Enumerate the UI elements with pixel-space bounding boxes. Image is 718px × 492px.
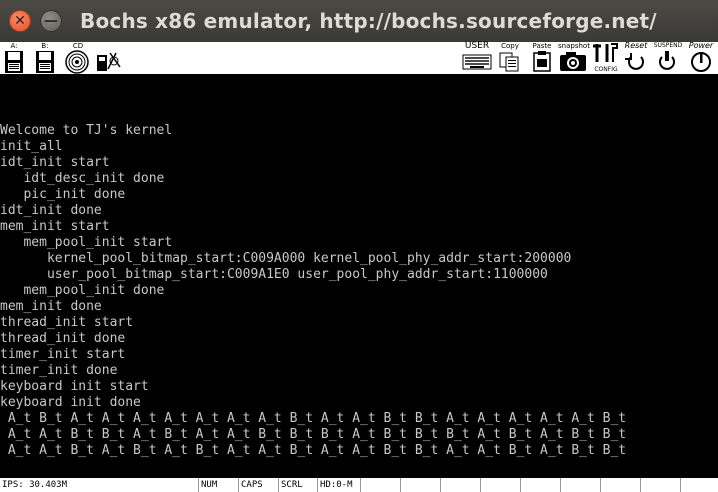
cdrom-disc-icon	[65, 50, 89, 74]
console-output: Welcome to TJ's kernel init_all idt_init s…	[0, 123, 626, 459]
console-line: pic_init done	[0, 187, 126, 202]
usb-device-button[interactable]	[94, 42, 124, 75]
power-button[interactable]: Power	[685, 42, 717, 75]
keyboard-icon	[462, 54, 492, 70]
caps-lock-indicator: CAPS	[238, 478, 263, 492]
console-line: init_all	[0, 139, 63, 154]
window-title: Bochs x86 emulator, http://bochs.sourcef…	[80, 9, 657, 33]
console-line: mem_init done	[0, 299, 102, 314]
close-window-button[interactable]: ✕	[9, 10, 31, 32]
emulator-screen[interactable]: Welcome to TJ's kernel init_all idt_init s…	[0, 75, 718, 478]
floppy-a-button[interactable]: A:	[2, 42, 26, 75]
console-line: Welcome to TJ's kernel	[0, 123, 173, 138]
console-line: A_t A_t B_t A_t B_t A_t B_t A_t A_t B_t …	[0, 443, 627, 458]
user-button[interactable]: USER	[462, 42, 492, 75]
status-slot	[640, 478, 643, 492]
console-line: A_t B_t A_t A_t A_t A_t A_t A_t A_t B_t …	[0, 411, 627, 426]
suspend-icon	[659, 51, 675, 70]
copy-icon	[499, 52, 519, 72]
floppy-disk-icon	[36, 51, 54, 73]
cdrom-button[interactable]: CD	[64, 42, 92, 75]
window-titlebar[interactable]: ✕ — Bochs x86 emulator, http://bochs.sou…	[0, 0, 718, 42]
hard-disk-indicator: HD:0-M	[317, 478, 353, 492]
num-lock-indicator: NUM	[198, 478, 217, 492]
config-tools-icon	[593, 43, 618, 62]
status-slot	[680, 478, 683, 492]
console-line: user_pool_bitmap_start:C009A1E0 user_poo…	[0, 267, 548, 282]
status-slot	[400, 478, 403, 492]
console-line: timer_init done	[0, 363, 118, 378]
status-slot	[360, 478, 363, 492]
console-line: idt_init start	[0, 155, 110, 170]
ips-indicator: IPS: 30.403M	[2, 480, 68, 490]
console-line: thread_init done	[0, 331, 126, 346]
scroll-lock-indicator: SCRL	[278, 478, 303, 492]
status-bar: IPS: 30.403M NUM CAPS SCRL HD:0-M	[0, 478, 718, 492]
usb-icon	[97, 52, 121, 71]
config-button[interactable]: CONFIG	[591, 42, 621, 75]
bochs-toolbar: A: B: CD USER Copy Paste snapshot CONFIG…	[0, 42, 718, 75]
suspend-button[interactable]: SUSPEND	[653, 42, 683, 75]
snapshot-button[interactable]: snapshot	[557, 42, 591, 75]
status-slot	[440, 478, 443, 492]
config-label: CONFIG	[594, 66, 618, 73]
console-line: mem_pool_init done	[0, 283, 165, 298]
console-line: keyboard init start	[0, 379, 149, 394]
floppy-b-button[interactable]: B:	[33, 42, 57, 75]
console-line: mem_pool_init start	[0, 235, 173, 250]
power-icon	[691, 52, 711, 72]
reset-icon	[625, 53, 644, 70]
console-line: keyboard init done	[0, 395, 141, 410]
status-slot	[520, 478, 523, 492]
console-line: kernel_pool_bitmap_start:C009A000 kernel…	[0, 251, 572, 266]
console-line: thread_init start	[0, 315, 134, 330]
copy-button[interactable]: Copy	[497, 42, 523, 75]
status-slot	[480, 478, 483, 492]
reset-button[interactable]: Reset	[622, 42, 650, 75]
camera-icon	[560, 52, 586, 71]
console-line: idt_init done	[0, 203, 102, 218]
console-line: mem_init start	[0, 219, 110, 234]
minimize-window-button[interactable]: —	[40, 10, 62, 32]
status-slot	[560, 478, 563, 492]
status-slot	[600, 478, 603, 492]
console-line: idt_desc_init done	[0, 171, 165, 186]
paste-button[interactable]: Paste	[529, 42, 555, 75]
console-line: A_t A_t B_t B_t A_t B_t A_t A_t B_t B_t …	[0, 427, 627, 442]
paste-icon	[533, 51, 551, 72]
console-line: timer_init start	[0, 347, 126, 362]
floppy-disk-icon	[5, 51, 23, 73]
